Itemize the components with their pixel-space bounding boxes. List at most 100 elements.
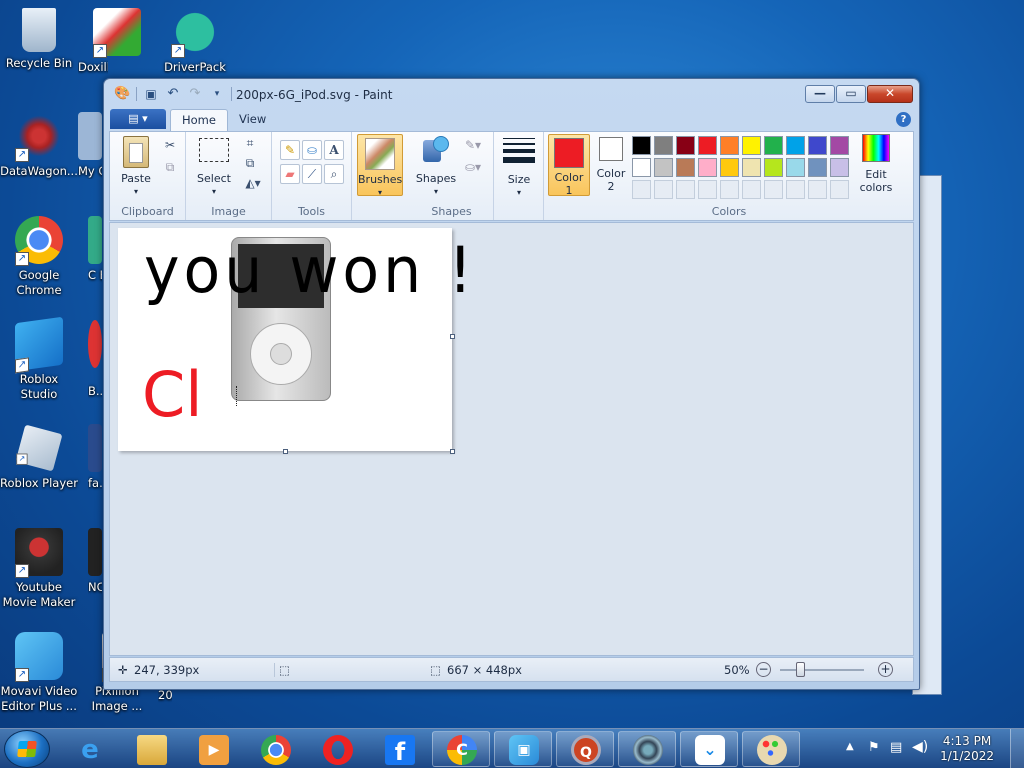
taskbar-app-c[interactable]: C	[432, 731, 490, 767]
cut-icon[interactable]: ✂	[160, 136, 180, 156]
close-button[interactable]: ✕	[867, 85, 913, 103]
zoom-out-button[interactable]: −	[756, 662, 771, 677]
save-icon[interactable]: ▣	[143, 86, 159, 102]
desktop-icon-driverpack[interactable]: ↗ DriverPack	[156, 8, 234, 75]
palette-swatch[interactable]	[786, 158, 805, 177]
zoom-slider-thumb[interactable]	[796, 662, 805, 677]
palette-swatch-empty[interactable]	[676, 180, 695, 199]
paste-button[interactable]: Paste ▾	[116, 136, 156, 198]
zoom-in-button[interactable]: +	[878, 662, 893, 677]
title-bar[interactable]: 🎨 ▣ ↶ ↷ ▾ 200px-6G_iPod.svg - Paint — ▭ …	[104, 79, 919, 109]
show-hidden-icons-icon[interactable]: ▲	[846, 741, 854, 752]
desktop-icon-my-computer[interactable]: My C...	[78, 112, 102, 179]
clock[interactable]: 4:13 PM 1/1/2022	[940, 734, 994, 764]
desktop-icon-datawagon[interactable]: ↗ DataWagon...	[0, 112, 78, 179]
pencil-icon[interactable]: ✎	[280, 140, 300, 160]
desktop-icon-partial-c[interactable]: C B...	[88, 216, 102, 283]
palette-swatch[interactable]	[830, 158, 849, 177]
resize-icon[interactable]: ⧉	[240, 154, 260, 174]
palette-swatch[interactable]	[698, 136, 717, 155]
taskbar-file-explorer[interactable]	[122, 731, 180, 767]
palette-swatch[interactable]	[764, 158, 783, 177]
rotate-icon[interactable]: ◭▾	[240, 174, 266, 194]
taskbar-app-q[interactable]: Q	[556, 731, 614, 767]
palette-swatch[interactable]	[742, 136, 761, 155]
palette-swatch[interactable]	[676, 158, 695, 177]
redo-icon[interactable]: ↷	[187, 86, 203, 102]
undo-icon[interactable]: ↶	[165, 86, 181, 102]
fill-icon[interactable]: ⛀▾	[460, 158, 486, 178]
desktop-icon-movavi[interactable]: ↗ Movavi Video Editor Plus ...	[0, 632, 78, 714]
palette-swatch[interactable]	[654, 136, 673, 155]
desktop-icon-google-chrome[interactable]: ↗ Google Chrome	[0, 216, 78, 298]
palette-swatch-empty[interactable]	[698, 180, 717, 199]
palette-swatch[interactable]	[720, 158, 739, 177]
palette-swatch-empty[interactable]	[654, 180, 673, 199]
taskbar-paint[interactable]	[742, 731, 800, 767]
taskbar-internet-explorer[interactable]: e	[60, 731, 118, 767]
desktop-icon-partial-b[interactable]: B...	[88, 320, 102, 399]
palette-swatch[interactable]	[786, 136, 805, 155]
start-button[interactable]	[4, 730, 50, 768]
taskbar-media-player[interactable]: ▶	[184, 731, 242, 767]
palette-swatch-empty[interactable]	[632, 180, 651, 199]
palette-swatch-empty[interactable]	[764, 180, 783, 199]
action-center-flag-icon[interactable]: ⚑	[868, 740, 880, 755]
palette-swatch[interactable]	[764, 136, 783, 155]
fill-bucket-icon[interactable]: ⛀	[302, 140, 322, 160]
palette-swatch[interactable]	[632, 136, 651, 155]
palette-swatch[interactable]	[742, 158, 761, 177]
outline-icon[interactable]: ✎▾	[460, 136, 486, 156]
taskbar-app-spiral[interactable]	[618, 731, 676, 767]
desktop-icon-youtube-movie-maker[interactable]: ↗ Youtube Movie Maker	[0, 528, 78, 610]
crop-icon[interactable]: ⌗	[240, 134, 260, 154]
palette-swatch-empty[interactable]	[786, 180, 805, 199]
taskbar-chrome[interactable]	[246, 731, 304, 767]
paint-app-icon[interactable]: 🎨	[114, 86, 130, 102]
file-menu-button[interactable]: ▤ ▾	[110, 109, 166, 129]
maximize-button[interactable]: ▭	[836, 85, 866, 103]
palette-swatch[interactable]	[676, 136, 695, 155]
palette-swatch[interactable]	[720, 136, 739, 155]
canvas-area[interactable]: you won ! Cl	[109, 222, 914, 656]
network-icon[interactable]: ▤	[890, 740, 902, 755]
taskbar-pocket[interactable]: ⌄	[680, 731, 738, 767]
help-icon[interactable]: ?	[896, 112, 911, 127]
brushes-button[interactable]: Brushes ▾	[357, 134, 403, 197]
palette-swatch[interactable]	[632, 158, 651, 177]
desktop-icon-partial-fa[interactable]: fa...	[88, 424, 102, 491]
palette-swatch-empty[interactable]	[808, 180, 827, 199]
desktop-icon-recycle-bin[interactable]: Recycle Bin	[0, 8, 78, 71]
text-tool-icon[interactable]: A	[324, 140, 344, 160]
palette-swatch-empty[interactable]	[720, 180, 739, 199]
size-button[interactable]: Size ▾	[499, 136, 539, 199]
select-button[interactable]: Select ▾	[192, 136, 236, 198]
edit-colors-button[interactable]: Edit colors	[856, 134, 896, 194]
color2-button[interactable]: Color 2	[592, 137, 630, 193]
palette-swatch-empty[interactable]	[742, 180, 761, 199]
taskbar-opera[interactable]	[308, 731, 366, 767]
resize-handle-right[interactable]	[450, 334, 455, 339]
resize-handle-corner[interactable]	[450, 449, 455, 454]
desktop-icon-partial-nc[interactable]: NC...	[88, 528, 102, 595]
copy-icon[interactable]: ⧉	[160, 158, 180, 178]
desktop-icon-doxillion[interactable]: ↗ Doxillion Do...	[78, 8, 156, 75]
minimize-button[interactable]: —	[805, 85, 835, 103]
taskbar-facebook[interactable]: f	[370, 731, 428, 767]
tab-view[interactable]: View	[228, 109, 277, 131]
color1-button[interactable]: Color 1	[548, 134, 590, 197]
magnifier-icon[interactable]: ⌕	[324, 164, 344, 184]
palette-swatch-empty[interactable]	[830, 180, 849, 199]
palette-swatch[interactable]	[654, 158, 673, 177]
resize-handle-bottom[interactable]	[283, 449, 288, 454]
customize-chevron-down-icon[interactable]: ▾	[209, 86, 225, 102]
eraser-icon[interactable]: ▰	[280, 164, 300, 184]
desktop-icon-roblox-studio[interactable]: ↗ Roblox Studio	[0, 316, 78, 402]
desktop-icon-roblox-player[interactable]: ↗ Roblox Player	[0, 424, 78, 491]
color-picker-icon[interactable]: ⟋	[302, 164, 322, 184]
taskbar-movavi[interactable]: ▣	[494, 731, 552, 767]
volume-icon[interactable]: ◀)	[912, 739, 928, 755]
zoom-slider-track[interactable]	[780, 669, 864, 671]
palette-swatch[interactable]	[808, 158, 827, 177]
palette-swatch[interactable]	[808, 136, 827, 155]
